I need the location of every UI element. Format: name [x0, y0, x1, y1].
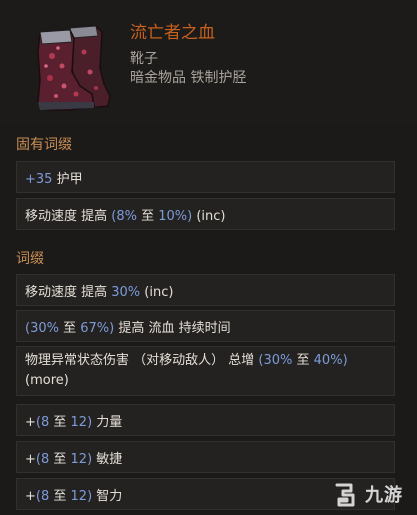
- jiuyou-logo-icon: [335, 483, 355, 507]
- armour-value: 35: [35, 171, 53, 187]
- movespeed-to: 至: [136, 208, 159, 224]
- boots-icon: [37, 25, 111, 111]
- mod5-prefix: +: [25, 451, 36, 467]
- mod3-min: 30%: [263, 353, 293, 368]
- mod4-max: 12: [70, 414, 88, 430]
- mod3-close: ): [342, 353, 348, 368]
- mod3-max: 40%: [313, 353, 343, 368]
- mod2-to: 至: [58, 320, 81, 336]
- mod6-label: 智力: [92, 488, 123, 504]
- mod5-to: 至: [49, 451, 71, 467]
- armour-prefix: +: [25, 171, 36, 187]
- mod6-to: 至: [49, 488, 71, 504]
- mod1-value: 30%: [111, 284, 141, 300]
- mod2-max: 67%: [80, 320, 110, 336]
- mod2-label: 提高 流血 持续时间: [114, 320, 231, 336]
- implicit-armour-row: +35 护甲: [16, 161, 395, 193]
- mod4-to: 至: [49, 414, 71, 430]
- item-name: 流亡者之血: [130, 23, 215, 43]
- mod3-to: 至: [292, 353, 314, 368]
- mod-bleed-duration-row: (30% 至 67%) 提高 流血 持续时间: [16, 310, 395, 342]
- mods-section-title: 词缀: [16, 251, 44, 267]
- mod-physical-ailment-row: 物理异常状态伤害 （对移动敌人） 总增 (30% 至 40%) (more): [16, 346, 395, 396]
- item-type: 靴子: [130, 51, 158, 67]
- mod1-label: 移动速度 提高: [25, 284, 112, 300]
- movespeed-tag: (inc): [192, 208, 226, 224]
- movespeed-min: 8%: [116, 208, 137, 224]
- item-subtype: 暗金物品 铁制护胫: [130, 70, 247, 86]
- implicit-movespeed-row: 移动速度 提高 (8% 至 10%) (inc): [16, 198, 395, 230]
- item-header: 流亡者之血 靴子 暗金物品 铁制护胫: [0, 0, 417, 124]
- mod5-max: 12: [70, 451, 88, 467]
- watermark: 九游: [331, 479, 403, 509]
- mod5-label: 敏捷: [92, 451, 123, 467]
- movespeed-max: 10%: [158, 208, 188, 224]
- mod-dexterity-row: +(8 至 12) 敏捷: [16, 441, 395, 473]
- mod3-tag: (more): [25, 373, 69, 388]
- mod6-max: 12: [70, 488, 88, 504]
- implicit-section-title: 固有词缀: [16, 137, 72, 153]
- mod-movespeed-row: 移动速度 提高 30% (inc): [16, 274, 395, 306]
- mod3-label: 物理异常状态伤害 （对移动敌人） 总增: [25, 353, 259, 368]
- movespeed-label: 移动速度 提高: [25, 208, 112, 224]
- mod4-prefix: +: [25, 414, 36, 430]
- watermark-text: 九游: [365, 485, 403, 506]
- mod-strength-row: +(8 至 12) 力量: [16, 404, 395, 436]
- mod6-prefix: +: [25, 488, 36, 504]
- mod1-tag: (inc): [140, 284, 174, 300]
- armour-label: 护甲: [52, 171, 83, 187]
- mod2-min: 30%: [30, 320, 59, 336]
- mod4-label: 力量: [92, 414, 123, 430]
